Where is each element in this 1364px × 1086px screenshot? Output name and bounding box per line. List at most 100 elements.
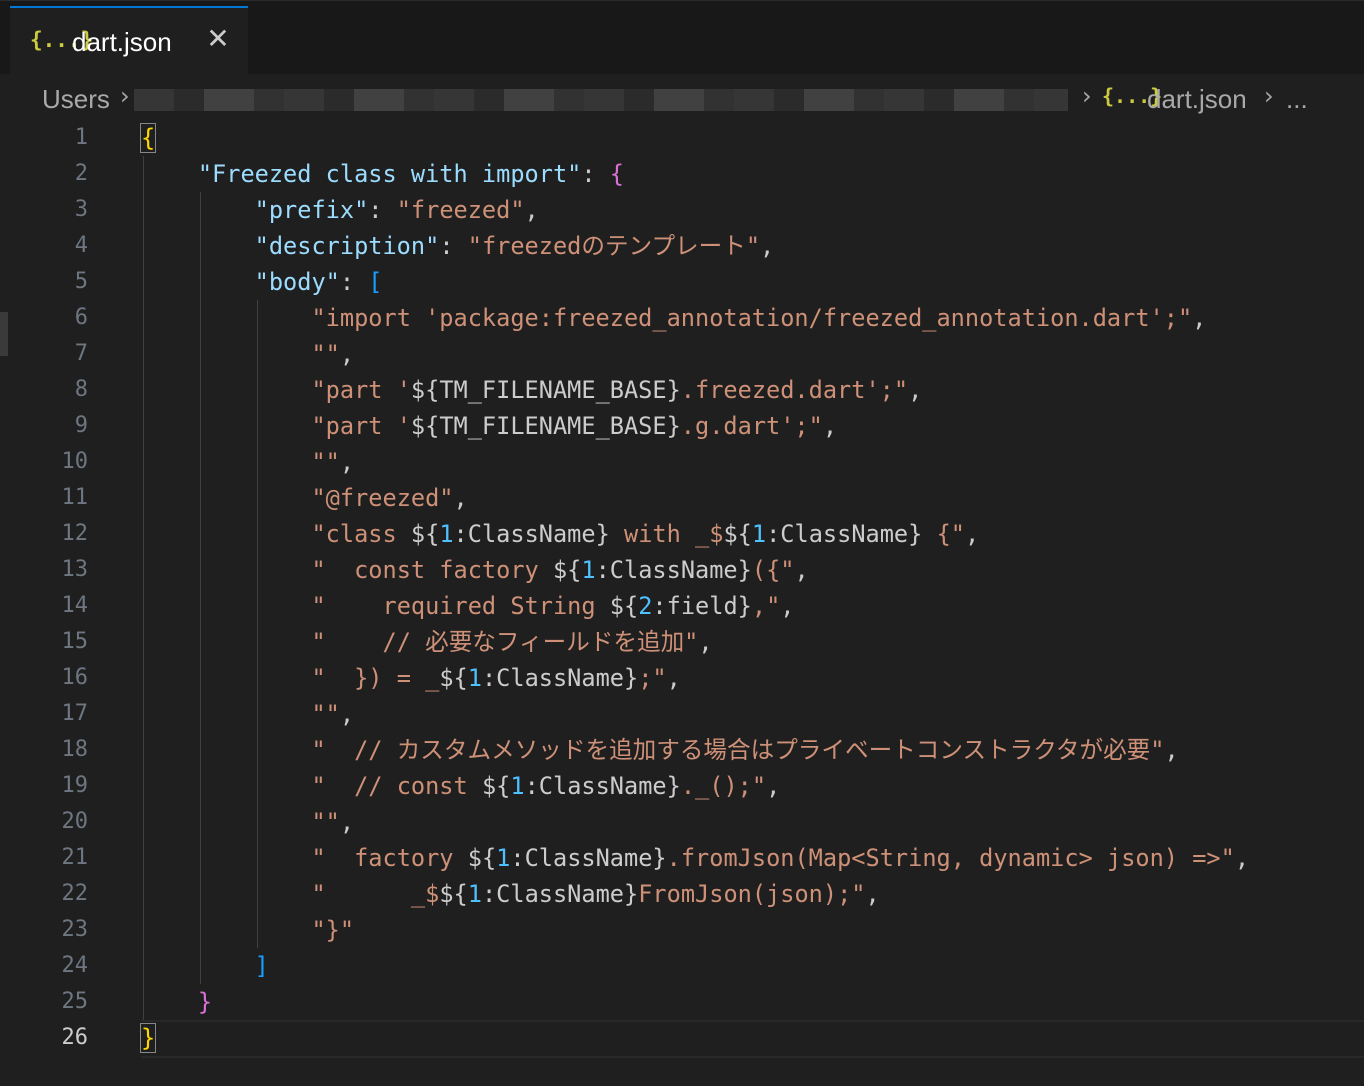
- code-line[interactable]: 19 " // const ${1:ClassName}._();",: [0, 768, 1364, 804]
- line-number: 20: [61, 809, 89, 834]
- code-token: ,: [1164, 736, 1179, 764]
- code-token: ,: [698, 628, 713, 656]
- code-editor[interactable]: 1{2 "Freezed class with import": {3 "pre…: [0, 120, 1364, 1086]
- code-token: 1: [510, 772, 525, 800]
- line-number: 17: [61, 701, 89, 726]
- code-line[interactable]: 21 " factory ${1:ClassName}.fromJson(Map…: [0, 840, 1364, 876]
- code-token: "": [311, 448, 340, 476]
- code-token: 1: [581, 556, 596, 584]
- code-line[interactable]: 13 " const factory ${1:ClassName}({",: [0, 552, 1364, 588]
- code-token: {: [139, 123, 157, 153]
- code-token: {": [922, 520, 965, 548]
- line-code: }: [141, 984, 212, 1020]
- line-code: }: [139, 1020, 157, 1056]
- code-line[interactable]: 20 "",: [0, 804, 1364, 840]
- breadcrumb-more[interactable]: ...: [1286, 84, 1308, 115]
- breadcrumb-file[interactable]: dart.json: [1147, 84, 1247, 115]
- code-token: ;": [638, 664, 667, 692]
- code-line[interactable]: 9 "part '${TM_FILENAME_BASE}.g.dart';",: [0, 408, 1364, 444]
- code-line[interactable]: 10 "",: [0, 444, 1364, 480]
- code-line[interactable]: 23 "}": [0, 912, 1364, 948]
- tab-dart-json[interactable]: {...} dart.json ✕: [10, 6, 248, 75]
- code-line[interactable]: 7 "",: [0, 336, 1364, 372]
- line-code: " // const ${1:ClassName}._();",: [141, 768, 780, 804]
- code-line[interactable]: 1{: [0, 120, 1364, 156]
- breadcrumb-users[interactable]: Users: [42, 84, 110, 115]
- code-token: .freezed.dart';": [680, 376, 909, 404]
- line-number: 15: [61, 629, 89, 654]
- code-token: "description": [254, 232, 440, 260]
- code-line[interactable]: 5 "body": [: [0, 264, 1364, 300]
- code-token: " const factory: [311, 556, 553, 584]
- code-token: :ClassName}: [481, 664, 639, 692]
- code-token: "part ': [311, 376, 411, 404]
- line-code: "prefix": "freezed",: [141, 192, 539, 228]
- code-token: ]: [254, 952, 269, 980]
- line-number: 1: [74, 125, 88, 150]
- close-icon[interactable]: ✕: [206, 25, 230, 53]
- line-code: ]: [141, 948, 269, 984]
- code-line[interactable]: 8 "part '${TM_FILENAME_BASE}.freezed.dar…: [0, 372, 1364, 408]
- code-token: ,: [865, 880, 880, 908]
- code-token: ${TM_FILENAME_BASE}: [410, 376, 681, 404]
- chevron-right-icon: ›: [1264, 82, 1274, 110]
- line-code: "}": [141, 912, 354, 948]
- code-line[interactable]: 12 "class ${1:ClassName} with _$${1:Clas…: [0, 516, 1364, 552]
- line-number: 26: [61, 1025, 89, 1050]
- code-token: "body": [254, 268, 340, 296]
- line-code: "",: [141, 696, 354, 732]
- code-token: 1: [467, 664, 482, 692]
- code-token: ${: [439, 880, 468, 908]
- code-token: with _$: [609, 520, 724, 548]
- code-line[interactable]: 4 "description": "freezedのテンプレート",: [0, 228, 1364, 264]
- line-code: "",: [141, 444, 354, 480]
- code-line[interactable]: 16 " }) = _${1:ClassName};",: [0, 660, 1364, 696]
- line-code: " // 必要なフィールドを追加",: [141, 624, 713, 660]
- code-line[interactable]: 11 "@freezed",: [0, 480, 1364, 516]
- code-line[interactable]: 2 "Freezed class with import": {: [0, 156, 1364, 192]
- code-line[interactable]: 18 " // カスタムメソッドを追加する場合はプライベートコンストラクタが必要…: [0, 732, 1364, 768]
- code-token: ,: [766, 772, 781, 800]
- code-token: ,: [453, 484, 468, 512]
- line-code: " required String ${2:field},",: [141, 588, 794, 624]
- code-line[interactable]: 17 "",: [0, 696, 1364, 732]
- code-token: " factory: [311, 844, 468, 872]
- code-token: {: [609, 160, 624, 188]
- code-token: :ClassName}: [595, 556, 752, 584]
- code-line[interactable]: 22 " _$${1:ClassName}FromJson(json);",: [0, 876, 1364, 912]
- code-line[interactable]: 15 " // 必要なフィールドを追加",: [0, 624, 1364, 660]
- code-token: ,: [1192, 304, 1207, 332]
- code-token: ,: [794, 556, 809, 584]
- code-line[interactable]: 6 "import 'package:freezed_annotation/fr…: [0, 300, 1364, 336]
- code-line[interactable]: 26}: [0, 1020, 1364, 1056]
- code-token: "": [311, 340, 340, 368]
- line-code: "",: [141, 336, 354, 372]
- line-code: "",: [141, 804, 354, 840]
- line-code: " _$${1:ClassName}FromJson(json);",: [141, 876, 880, 912]
- code-token: "}": [311, 916, 355, 944]
- code-token: :field}: [652, 592, 752, 620]
- code-token: "Freezed class with import": [197, 160, 582, 188]
- code-token: ,: [524, 196, 539, 224]
- code-token: "freezed": [396, 196, 525, 224]
- code-token: "prefix": [254, 196, 369, 224]
- code-token: :: [581, 160, 610, 188]
- code-line[interactable]: 14 " required String ${2:field},",: [0, 588, 1364, 624]
- line-number: 8: [74, 377, 88, 402]
- code-line[interactable]: 25 }: [0, 984, 1364, 1020]
- code-token: "class: [311, 520, 411, 548]
- code-line[interactable]: 3 "prefix": "freezed",: [0, 192, 1364, 228]
- line-code: "Freezed class with import": {: [141, 156, 624, 192]
- code-token: ${TM_FILENAME_BASE}: [410, 412, 681, 440]
- code-line[interactable]: 24 ]: [0, 948, 1364, 984]
